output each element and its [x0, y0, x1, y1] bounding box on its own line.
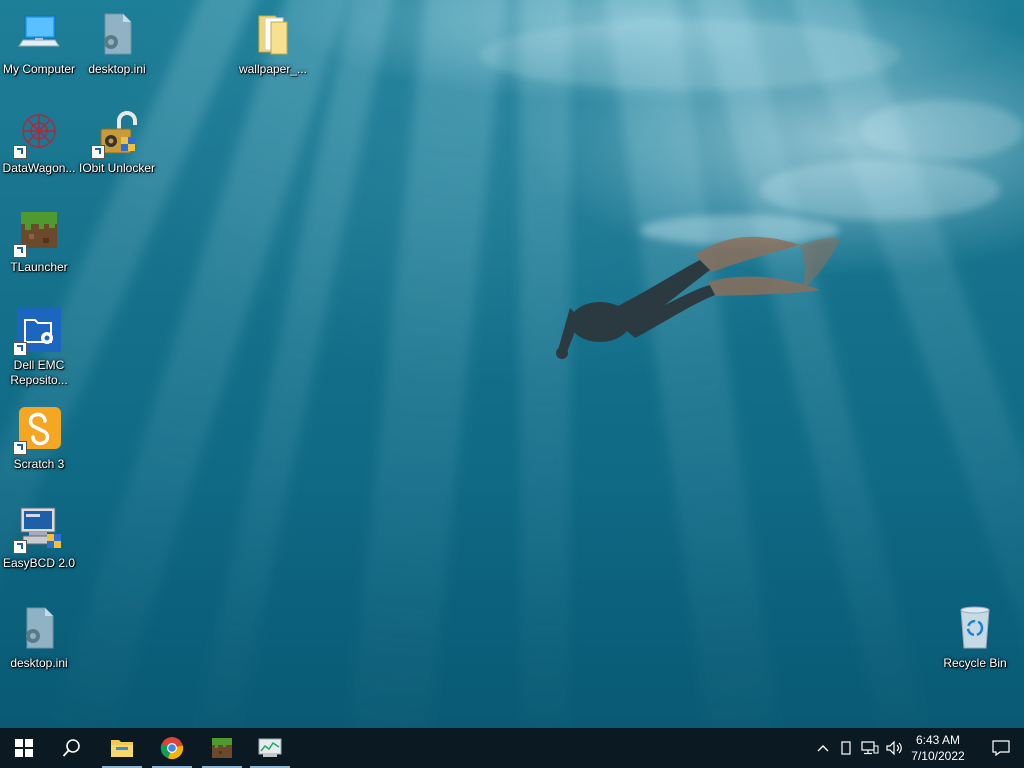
water-glint — [480, 20, 900, 90]
network-icon — [861, 741, 879, 755]
light-ray — [344, 0, 510, 728]
shortcut-arrow-icon — [13, 244, 27, 258]
desktop-icon-desktop-ini[interactable]: desktop.ini — [0, 598, 78, 690]
search-button[interactable] — [48, 728, 96, 768]
settings-file-icon — [15, 604, 63, 652]
recycle-bin-icon — [951, 604, 999, 652]
desktop-icon-desktop-ini[interactable]: desktop.ini — [78, 4, 156, 96]
tablet-icon — [841, 741, 851, 755]
desktop-icon-label: Dell EMC Reposito... — [10, 358, 68, 387]
tray-item-tablet[interactable] — [836, 728, 856, 768]
taskbar-network-monitor[interactable] — [246, 728, 294, 768]
desktop-icon-label: desktop.ini — [88, 62, 146, 76]
desktop-icon-label: DataWagon... — [2, 161, 76, 175]
chevron-up-icon — [817, 745, 829, 752]
desktop-icon-dell-emc-repository[interactable]: Dell EMC Reposito... — [0, 300, 78, 392]
taskbar: 6:43 AM 7/10/2022 — [0, 728, 1024, 768]
taskbar-chrome[interactable] — [148, 728, 196, 768]
shortcut-arrow-icon — [13, 342, 27, 356]
desktop-icon-label: wallpaper_... — [238, 62, 308, 76]
folder-icon — [249, 10, 297, 58]
water-glint — [860, 100, 1024, 160]
action-center-button[interactable] — [978, 728, 1024, 768]
unlocker-icon — [91, 109, 141, 159]
shortcut-arrow-icon — [91, 145, 105, 159]
desktop-icon-iobit-unlocker[interactable]: IObit Unlocker — [78, 103, 156, 195]
desktop-icon-label: TLauncher — [10, 260, 68, 274]
desktop-icon-datawagon[interactable]: DataWagon... — [0, 103, 78, 195]
network-monitor-icon — [258, 738, 282, 757]
chrome-icon — [160, 737, 184, 760]
desktop-icon-label: Recycle Bin — [943, 656, 1007, 670]
shortcut-arrow-icon — [13, 441, 27, 455]
desktop-icon-label: desktop.ini — [10, 656, 68, 670]
show-hidden-icons-button[interactable] — [812, 728, 834, 768]
diver-silhouette — [556, 236, 840, 359]
tlauncher-icon — [13, 208, 63, 258]
file-explorer-icon — [111, 740, 133, 757]
taskbar-tlauncher[interactable] — [198, 728, 246, 768]
taskbar-clock[interactable]: 6:43 AM 7/10/2022 — [898, 728, 978, 768]
clock-time: 6:43 AM — [915, 733, 961, 747]
computer-icon — [15, 10, 63, 58]
tlauncher-icon — [212, 738, 232, 758]
desktop-icon-wallpaper-folder[interactable]: wallpaper_... — [234, 4, 312, 96]
dell-repository-icon — [13, 306, 63, 356]
desktop-icon-label: EasyBCD 2.0 — [2, 556, 76, 570]
easybcd-icon — [13, 504, 63, 554]
desktop-wallpaper[interactable]: My Computer desktop.ini wallpaper_... Da… — [0, 0, 1024, 728]
start-button[interactable] — [0, 728, 48, 768]
windows-start-icon — [15, 739, 33, 757]
desktop-icon-easybcd[interactable]: EasyBCD 2.0 — [0, 498, 78, 590]
desktop-icon-label: Scratch 3 — [13, 457, 65, 471]
desktop-icon-my-computer[interactable]: My Computer — [0, 4, 78, 96]
taskbar-file-explorer[interactable] — [98, 728, 146, 768]
notification-icon — [992, 740, 1010, 756]
shortcut-arrow-icon — [13, 145, 27, 159]
scratch-icon — [13, 405, 63, 455]
settings-file-icon — [93, 10, 141, 58]
datawagon-icon — [13, 109, 63, 159]
desktop-icon-recycle-bin[interactable]: Recycle Bin — [936, 598, 1014, 690]
tray-item-network[interactable] — [858, 728, 882, 768]
desktop-icon-label: My Computer — [2, 62, 76, 76]
desktop-icon-scratch-3[interactable]: Scratch 3 — [0, 399, 78, 491]
clock-date: 7/10/2022 — [911, 749, 965, 763]
desktop-icon-tlauncher[interactable]: TLauncher — [0, 202, 78, 294]
shortcut-arrow-icon — [13, 540, 27, 554]
desktop-icon-label: IObit Unlocker — [78, 161, 156, 175]
search-icon — [62, 739, 80, 757]
